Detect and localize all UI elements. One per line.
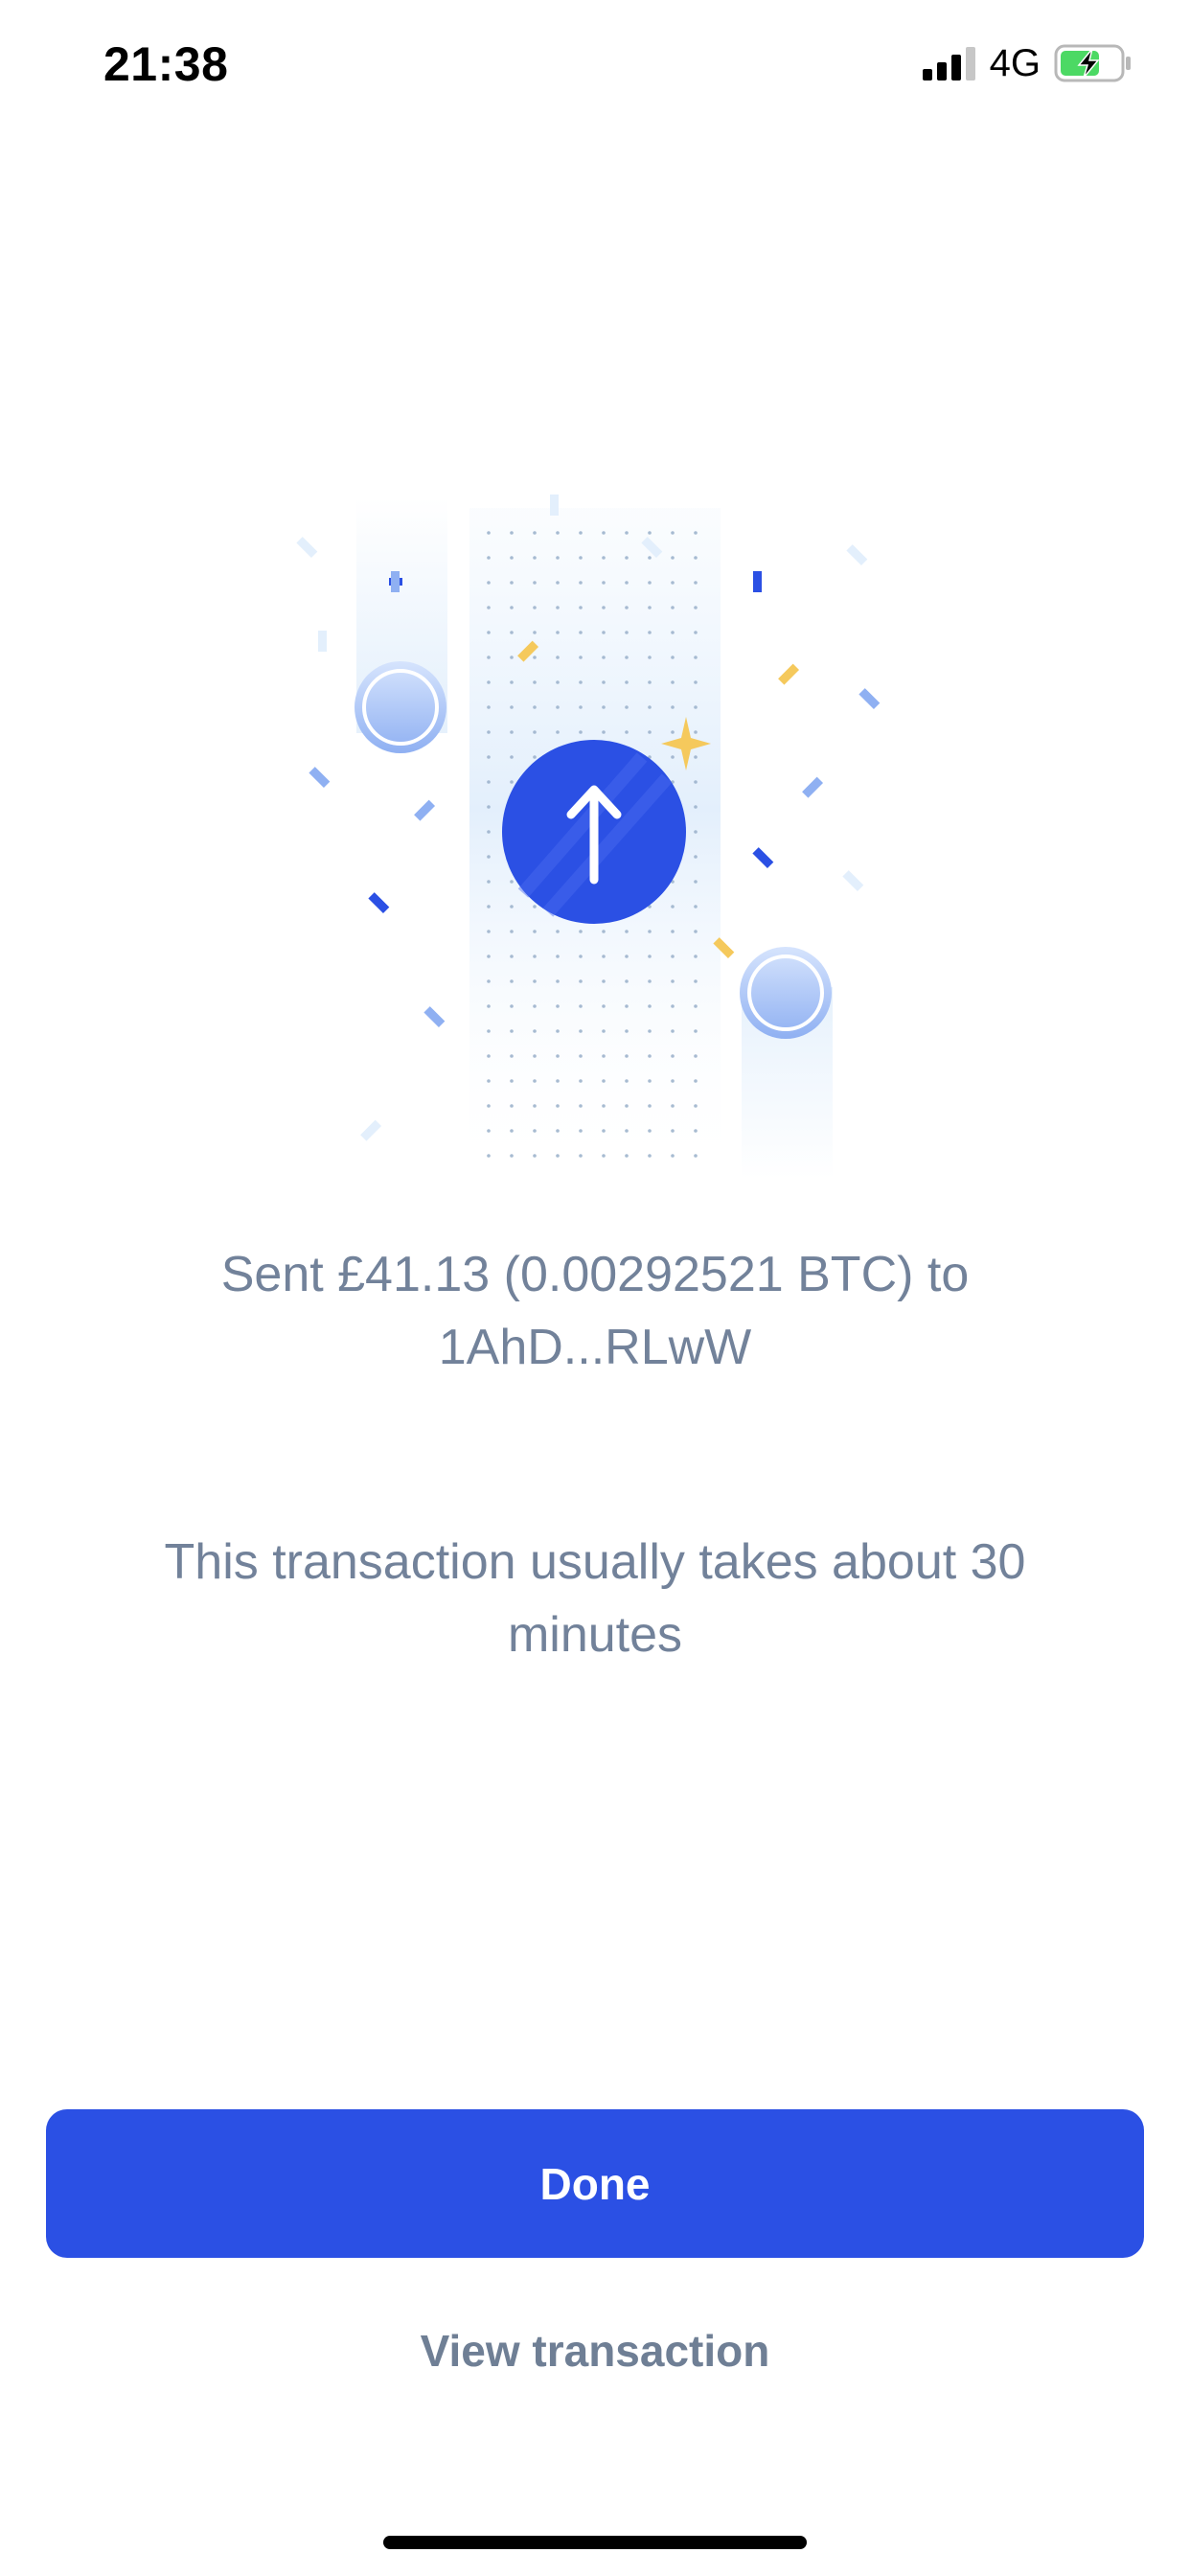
illustration-graphic [296,494,881,1179]
home-indicator[interactable] [383,2536,807,2549]
done-button[interactable]: Done [46,2109,1144,2258]
transaction-duration-message: This transaction usually takes about 30 … [164,1534,1026,1663]
network-label: 4G [989,41,1041,84]
status-indicators: 4G [922,41,1133,84]
status-bar: 21:38 4G [0,0,1190,126]
status-time: 21:38 [103,37,229,91]
arrow-up-icon [502,740,686,924]
signal-icon [922,47,975,80]
view-transaction-link[interactable]: View transaction [0,2325,1190,2377]
send-success-illustration [278,479,912,1188]
battery-charging-icon [1054,44,1131,82]
sent-amount-message: Sent £41.13 (0.00292521 BTC) to 1AhD...R… [220,1247,970,1375]
